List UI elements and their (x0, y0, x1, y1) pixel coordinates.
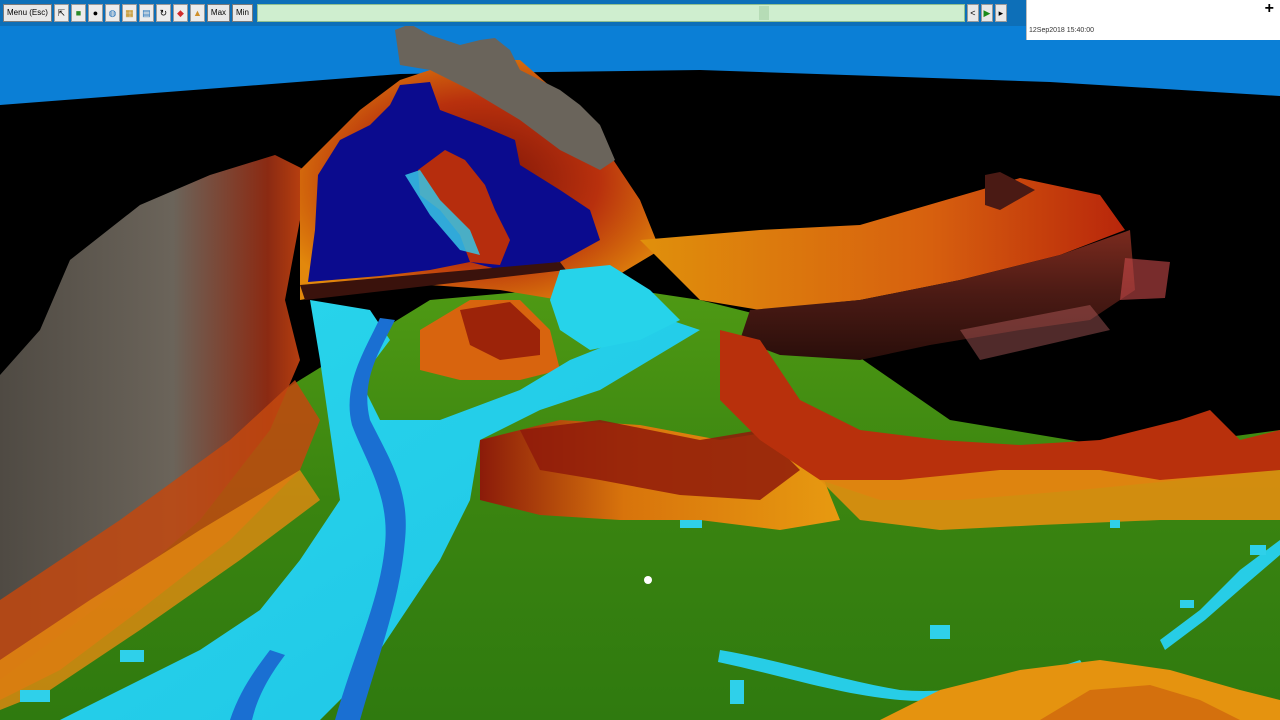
globe-icon[interactable]: ◍ (104, 4, 120, 22)
step-back-button[interactable]: < (966, 4, 979, 22)
palette-icon[interactable]: ◆ (172, 4, 188, 22)
max-button[interactable]: Max (206, 4, 231, 22)
map-icon[interactable]: ▤ (138, 4, 154, 22)
play-button[interactable]: ▶ (980, 4, 993, 22)
main-toolbar: Menu (Esc) ⇱ ■ ● ◍ ▦ ▤ ↻ ◆ ▲ Max Min < ▶… (0, 0, 1026, 26)
add-icon[interactable]: + (1265, 1, 1274, 17)
cursor-icon (644, 576, 652, 584)
simulation-timestamp: 12Sep2018 15:40:00 (1029, 27, 1095, 34)
layer-icon[interactable]: ■ (70, 4, 86, 22)
rotate-icon[interactable]: ↻ (155, 4, 171, 22)
camera-icon[interactable]: ● (87, 4, 103, 22)
time-slider-thumb[interactable] (758, 6, 769, 20)
chart-icon[interactable]: ▲ (189, 4, 205, 22)
grid-icon[interactable]: ▦ (121, 4, 137, 22)
plateau-ghost (1120, 258, 1170, 300)
info-panel: + 12Sep2018 15:40:00 (1026, 0, 1280, 40)
menu-button[interactable]: Menu (Esc) (3, 4, 52, 22)
min-button[interactable]: Min (232, 4, 253, 22)
step-forward-button[interactable]: ▸ (994, 4, 1007, 22)
time-slider[interactable] (256, 4, 965, 22)
pointer-icon[interactable]: ⇱ (53, 4, 69, 22)
3d-terrain-viewport[interactable] (0, 0, 1280, 720)
